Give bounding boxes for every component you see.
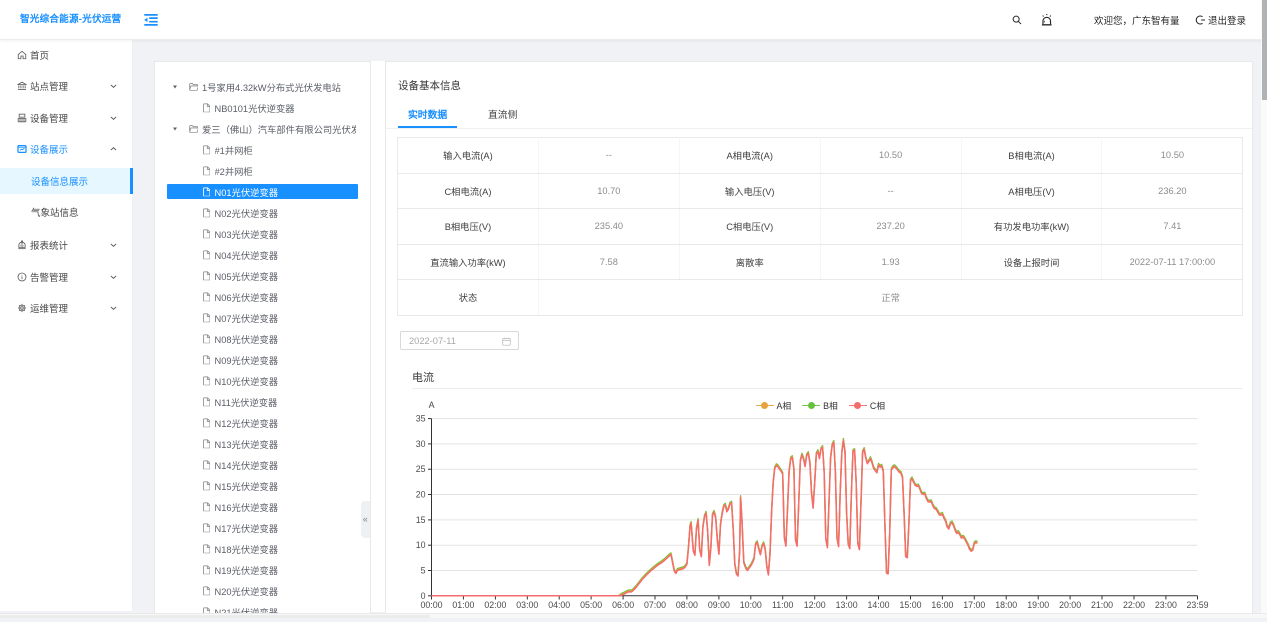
- svg-text:19:00: 19:00: [1027, 600, 1049, 610]
- svg-text:20: 20: [415, 490, 425, 500]
- svg-text:04:00: 04:00: [548, 600, 570, 610]
- svg-text:14:00: 14:00: [867, 600, 889, 610]
- svg-text:15:00: 15:00: [899, 600, 921, 610]
- svg-text:07:00: 07:00: [643, 600, 665, 610]
- svg-text:18:00: 18:00: [995, 600, 1017, 610]
- svg-text:20:00: 20:00: [1059, 600, 1081, 610]
- svg-text:02:00: 02:00: [484, 600, 506, 610]
- svg-text:35: 35: [415, 414, 425, 424]
- svg-text:12:00: 12:00: [803, 600, 825, 610]
- svg-text:00:00: 00:00: [420, 600, 442, 610]
- svg-text:11:00: 11:00: [772, 600, 793, 610]
- svg-text:23:59: 23:59: [1186, 600, 1208, 610]
- svg-text:5: 5: [420, 566, 425, 576]
- svg-text:10:00: 10:00: [739, 600, 761, 610]
- svg-text:03:00: 03:00: [516, 600, 538, 610]
- svg-text:15: 15: [415, 515, 425, 525]
- svg-text:06:00: 06:00: [612, 600, 634, 610]
- svg-text:17:00: 17:00: [963, 600, 985, 610]
- svg-text:A: A: [428, 400, 434, 410]
- svg-text:09:00: 09:00: [707, 600, 729, 610]
- svg-text:21:00: 21:00: [1090, 600, 1112, 610]
- svg-text:01:00: 01:00: [452, 600, 474, 610]
- svg-text:05:00: 05:00: [580, 600, 602, 610]
- svg-text:23:00: 23:00: [1154, 600, 1176, 610]
- svg-text:10: 10: [415, 540, 425, 550]
- svg-text:13:00: 13:00: [835, 600, 857, 610]
- svg-text:16:00: 16:00: [931, 600, 953, 610]
- svg-text:22:00: 22:00: [1122, 600, 1144, 610]
- svg-text:08:00: 08:00: [675, 600, 697, 610]
- svg-text:30: 30: [415, 439, 425, 449]
- svg-text:25: 25: [415, 464, 425, 474]
